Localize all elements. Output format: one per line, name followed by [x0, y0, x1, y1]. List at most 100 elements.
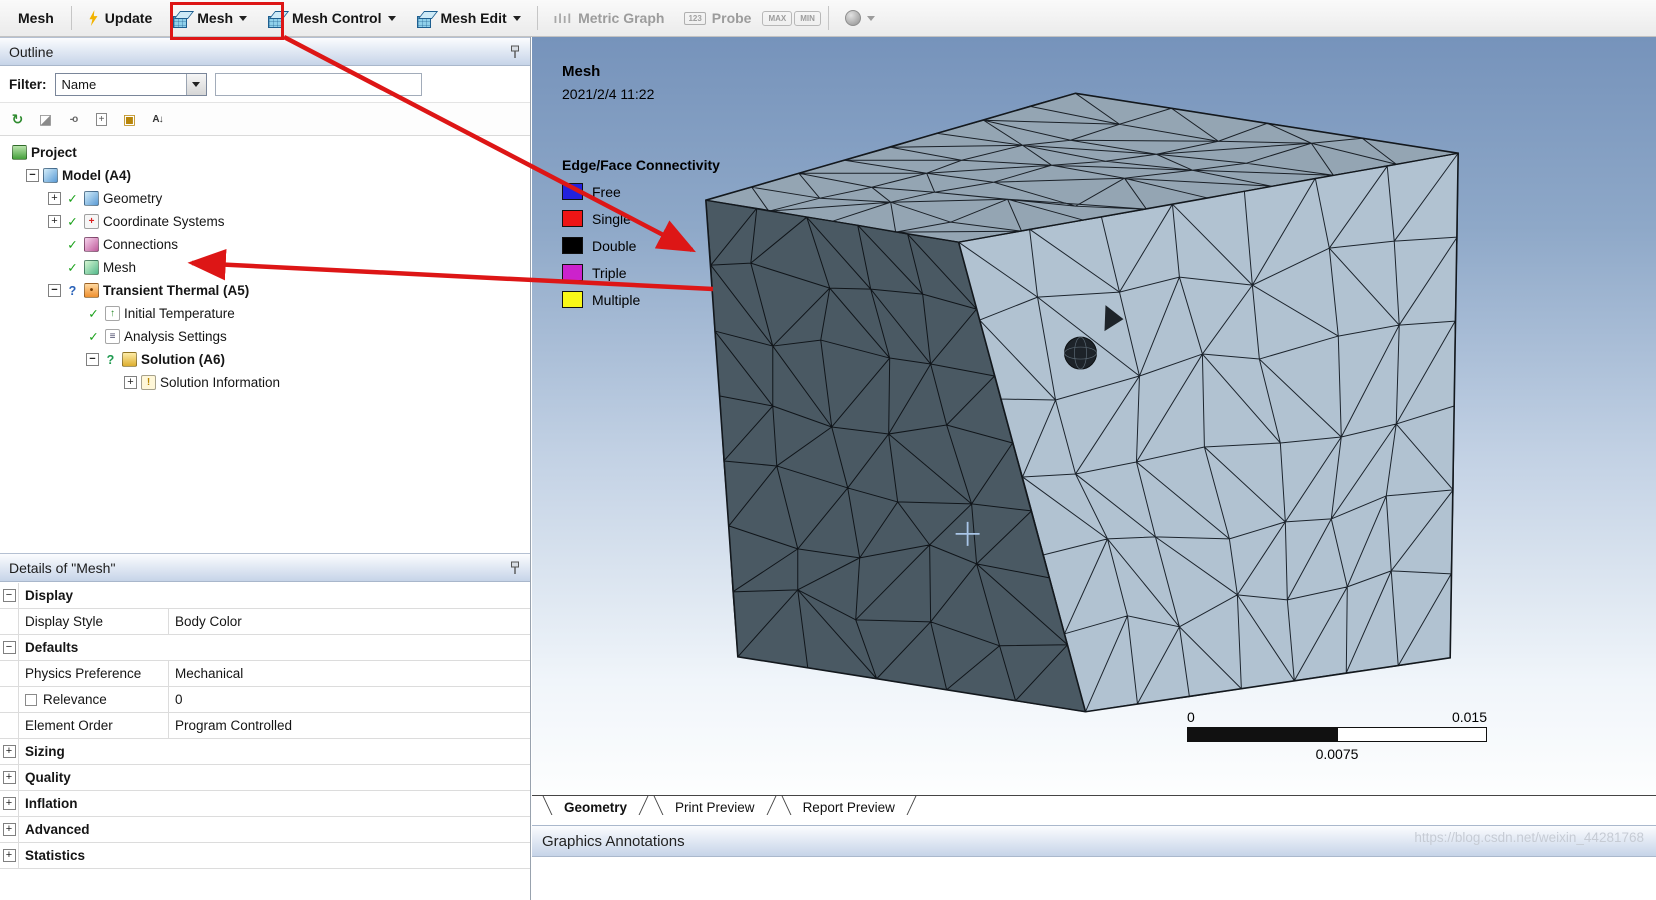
tree-item-transient-thermal[interactable]: Transient Thermal (A5)	[0, 279, 530, 302]
expand-all-icon[interactable]	[89, 107, 114, 131]
mesh-model[interactable]	[532, 37, 1656, 795]
legend-swatch	[562, 291, 583, 308]
details-section-sizing[interactable]: Sizing	[0, 739, 530, 765]
expand-icon[interactable]	[2, 745, 16, 758]
legend-swatch	[562, 264, 583, 281]
check-icon	[86, 329, 101, 344]
tree-item-mesh[interactable]: Mesh	[0, 256, 530, 279]
row-value[interactable]: Body Color	[169, 609, 530, 634]
question-icon	[103, 353, 118, 367]
details-row-relevance[interactable]: Relevance 0	[0, 687, 530, 713]
tree-item-connections[interactable]: Connections	[0, 233, 530, 256]
tab-print-preview[interactable]: Print Preview	[651, 796, 779, 820]
expand-icon[interactable]	[2, 823, 16, 836]
update-button[interactable]: Update	[79, 6, 161, 30]
filter-search-input[interactable]	[214, 72, 422, 96]
mesh-edit-icon	[416, 10, 435, 28]
collapse-icon[interactable]	[2, 641, 16, 654]
tree-item-model[interactable]: Model (A4)	[0, 164, 530, 187]
expand-icon[interactable]	[2, 771, 16, 784]
tree-item-solution[interactable]: Solution (A6)	[0, 348, 530, 371]
row-value[interactable]: Mechanical	[169, 661, 530, 686]
expand-icon[interactable]	[48, 215, 61, 228]
tree-item-analysis-settings[interactable]: Analysis Settings	[0, 325, 530, 348]
mesh-edit-button[interactable]: Mesh Edit	[407, 6, 530, 31]
row-label: Relevance	[43, 692, 107, 707]
details-section-defaults[interactable]: Defaults	[0, 635, 530, 661]
filter-name-select[interactable]: Name	[54, 72, 207, 96]
section-label: Quality	[25, 770, 71, 785]
check-icon	[65, 214, 80, 229]
tree-item-project[interactable]: Project	[0, 141, 530, 164]
expand-icon[interactable]	[2, 849, 16, 862]
details-row-element-order[interactable]: Element Order Program Controlled	[0, 713, 530, 739]
toolbar-separator	[70, 6, 72, 30]
graphics-annotations-body	[532, 857, 1656, 900]
mesh-control-icon	[267, 10, 286, 28]
details-section-inflation[interactable]: Inflation	[0, 791, 530, 817]
left-panel: Outline Filter: Name Project Model (A4)	[0, 37, 531, 900]
go-to-selected-icon[interactable]	[61, 107, 86, 131]
collapse-environments-icon[interactable]	[117, 107, 142, 131]
probe-label: Probe	[711, 10, 752, 26]
row-value[interactable]: 0	[169, 687, 530, 712]
collapse-icon[interactable]	[86, 353, 99, 366]
tree-item-coordinate-systems[interactable]: Coordinate Systems	[0, 210, 530, 233]
pin-icon[interactable]	[509, 45, 521, 59]
details-section-quality[interactable]: Quality	[0, 765, 530, 791]
collapse-icon[interactable]	[48, 284, 61, 297]
display-style-dropdown	[836, 6, 884, 30]
update-label: Update	[104, 10, 153, 26]
viewport-tabs: Geometry Print Preview Report Preview	[532, 795, 1656, 825]
legend-swatch	[562, 210, 583, 227]
show-hide-icon[interactable]	[33, 107, 58, 131]
ruler-min-label: 0	[1187, 709, 1195, 725]
section-label: Defaults	[25, 640, 79, 655]
viewport-canvas[interactable]: Mesh 2021/2/4 11:22 Edge/Face Connectivi…	[532, 37, 1656, 795]
details-row-physics-preference[interactable]: Physics Preference Mechanical	[0, 661, 530, 687]
tree-item-geometry[interactable]: Geometry	[0, 187, 530, 210]
max-button: MAX	[762, 10, 793, 26]
sort-az-icon[interactable]	[145, 107, 170, 131]
tree-item-solution-information[interactable]: Solution Information	[0, 371, 530, 394]
outline-filter-row: Filter: Name	[0, 66, 530, 103]
tab-geometry[interactable]: Geometry	[540, 796, 651, 820]
coordinate-systems-icon	[84, 214, 99, 229]
details-section-display[interactable]: Display	[0, 583, 530, 609]
section-label: Display	[25, 588, 74, 603]
tree-item-label: Solution Information	[160, 375, 281, 390]
legend-label: Triple	[592, 264, 627, 281]
filter-selected-value: Name	[61, 76, 97, 92]
section-label: Inflation	[25, 796, 78, 811]
details-section-statistics[interactable]: Statistics	[0, 843, 530, 869]
details-panel-header: Details of "Mesh"	[0, 553, 530, 582]
tree-item-label: Initial Temperature	[124, 306, 235, 321]
mesh-control-label: Mesh Control	[292, 10, 382, 26]
details-section-advanced[interactable]: Advanced	[0, 817, 530, 843]
mesh-dropdown-button[interactable]: Mesh	[163, 6, 256, 31]
tree-item-initial-temperature[interactable]: Initial Temperature	[0, 302, 530, 325]
tab-report-preview[interactable]: Report Preview	[779, 796, 919, 820]
lightning-icon	[89, 10, 98, 26]
mesh-control-button[interactable]: Mesh Control	[258, 6, 404, 31]
tree-item-label: Solution (A6)	[141, 352, 225, 367]
legend: Edge/Face Connectivity Free Single Doubl…	[562, 157, 720, 318]
graphics-viewport[interactable]: Mesh 2021/2/4 11:22 Edge/Face Connectivi…	[532, 37, 1656, 900]
legend-label: Single	[592, 210, 631, 227]
refresh-icon[interactable]	[5, 107, 30, 131]
combo-dropdown-button[interactable]	[185, 73, 206, 95]
legend-title: Edge/Face Connectivity	[562, 157, 720, 173]
filter-label: Filter:	[9, 76, 47, 92]
collapse-icon[interactable]	[26, 169, 39, 182]
expand-icon[interactable]	[124, 376, 137, 389]
legend-label: Free	[592, 183, 621, 200]
menu-mesh[interactable]: Mesh	[8, 6, 64, 30]
details-row-display-style[interactable]: Display Style Body Color	[0, 609, 530, 635]
pin-icon[interactable]	[509, 561, 521, 575]
chevron-down-icon	[192, 81, 201, 87]
relevance-checkbox[interactable]	[25, 693, 37, 706]
collapse-icon[interactable]	[2, 589, 16, 602]
expand-icon[interactable]	[2, 797, 16, 810]
expand-icon[interactable]	[48, 192, 61, 205]
row-value[interactable]: Program Controlled	[169, 713, 530, 738]
